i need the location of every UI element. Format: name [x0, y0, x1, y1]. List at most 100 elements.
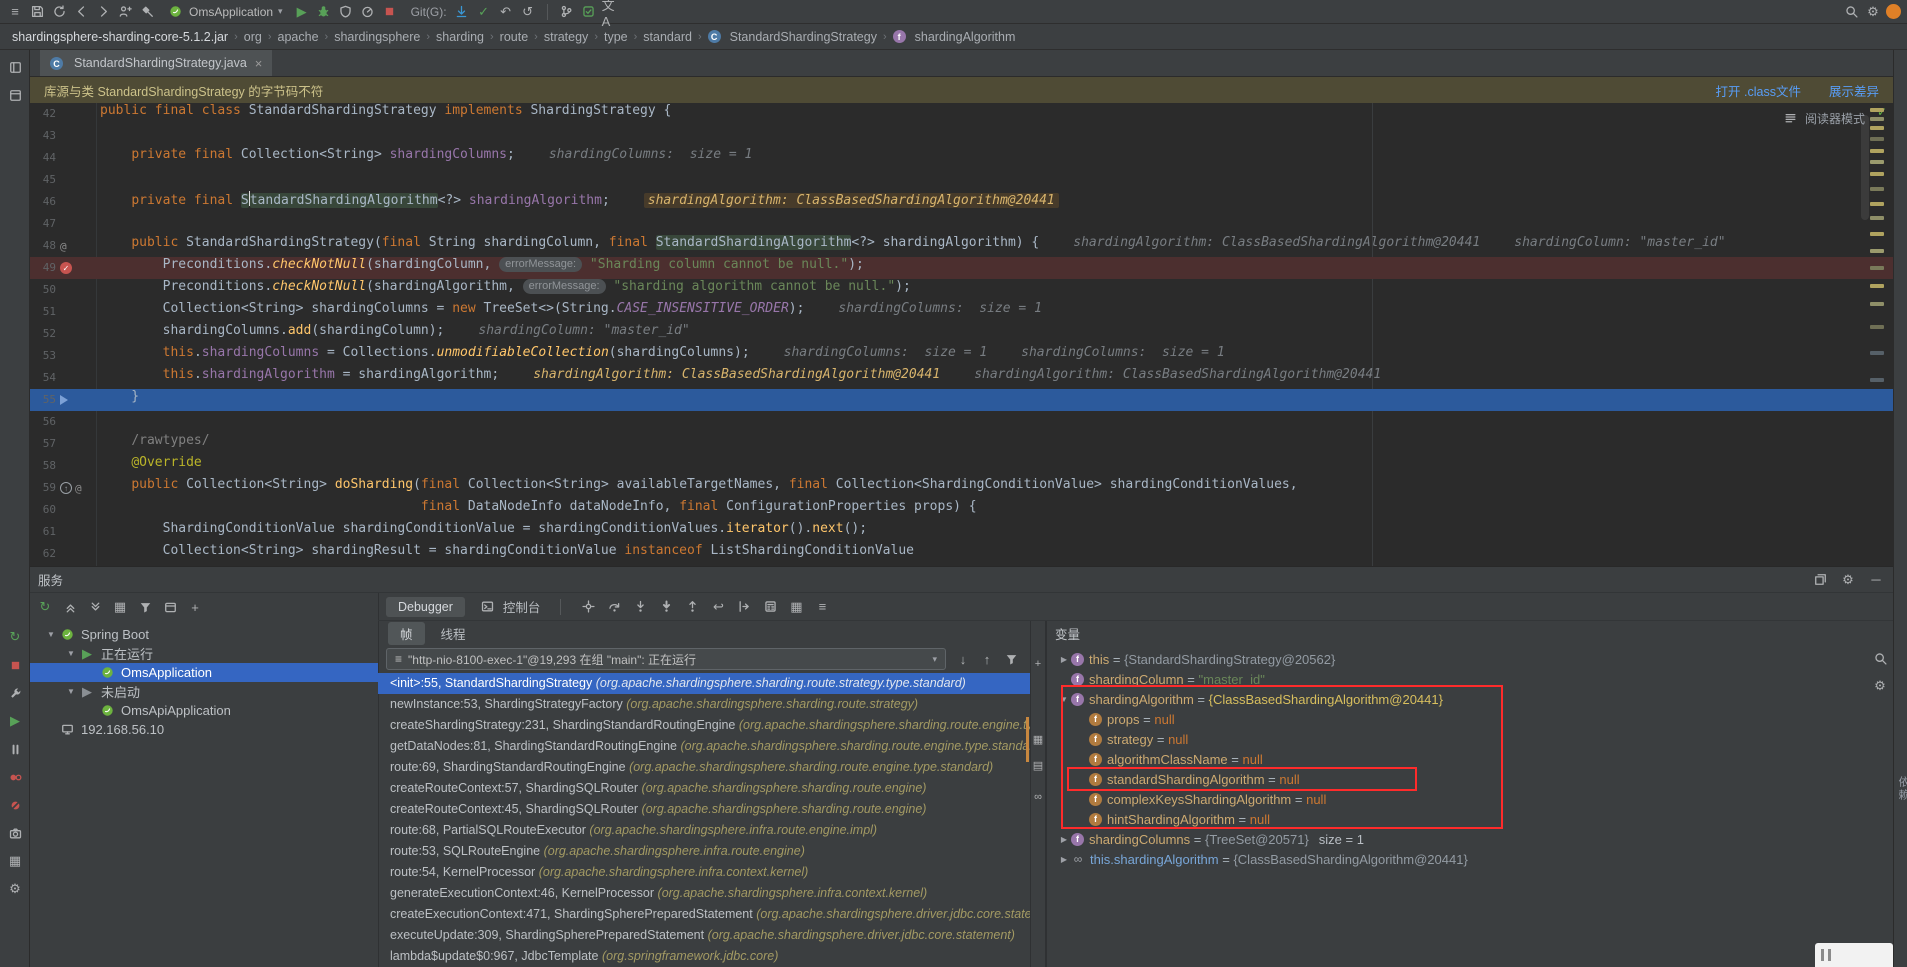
commit-stripe-icon[interactable]	[6, 86, 24, 104]
code-line[interactable]: 43	[30, 125, 1893, 147]
variable-row-standardshardingalgorithm[interactable]: f standardShardingAlgorithm = null	[1047, 769, 1893, 789]
build-hammer-icon[interactable]	[138, 3, 156, 21]
main-menu-icon[interactable]: ≡	[6, 3, 24, 21]
translate-icon[interactable]: 文A	[602, 0, 620, 29]
step-over-icon[interactable]	[605, 598, 623, 616]
resume-icon[interactable]: ▶	[6, 712, 24, 730]
breadcrumb-item[interactable]: apache	[276, 30, 321, 44]
code-line[interactable]: 62 Collection<String> shardingResult = s…	[30, 543, 1893, 565]
commit-check-icon[interactable]: ✓	[475, 3, 493, 21]
restore-layout-icon[interactable]: ▤	[1030, 757, 1046, 773]
breadcrumb-item[interactable]: shardingsphere-sharding-core-5.1.2.jar	[10, 30, 230, 44]
frame-row[interactable]: executeUpdate:309, ShardingSpherePrepare…	[378, 925, 1030, 946]
profiler-icon[interactable]	[359, 3, 377, 21]
code-line[interactable]: 59 ↑ @ public Collection<String> doShardin…	[30, 477, 1893, 499]
frame-row[interactable]: generateExecutionContext:46, KernelProce…	[378, 883, 1030, 904]
breadcrumb-item[interactable]: sharding	[434, 30, 486, 44]
collapse-all-icon[interactable]	[61, 598, 79, 616]
breadcrumb-item[interactable]: standard	[641, 30, 694, 44]
variable-row-shardingcolumn[interactable]: f shardingColumn = "master_id"	[1047, 669, 1893, 689]
tab-console[interactable]: 控制台	[467, 594, 553, 619]
breadcrumb-item[interactable]: strategy	[542, 30, 590, 44]
breadcrumb-item[interactable]: route	[498, 30, 531, 44]
filter-icon[interactable]	[1002, 650, 1020, 668]
branch-icon[interactable]	[558, 3, 576, 21]
commit-push-icon[interactable]	[580, 3, 598, 21]
settings-icon[interactable]: ⚙	[1871, 677, 1889, 695]
wrench-icon[interactable]	[6, 684, 24, 702]
frame-down-icon[interactable]: ↓	[954, 650, 972, 668]
editor-scrollbar[interactable]	[1861, 115, 1869, 220]
run-to-cursor-icon[interactable]	[735, 598, 753, 616]
project-structure-icon[interactable]	[116, 3, 134, 21]
reader-mode-badge[interactable]: 阅读器模式	[1782, 109, 1865, 128]
variable-row-props[interactable]: f props = null	[1047, 709, 1893, 729]
filter-icon[interactable]	[136, 598, 154, 616]
tree-row-omsapiapplication[interactable]: OmsApiApplication	[30, 701, 378, 720]
variable-row-this-shardingalgorithm[interactable]: ▶ ∞ this.shardingAlgorithm = {ClassBasedSh…	[1047, 849, 1893, 869]
add-icon[interactable]: +	[1030, 656, 1046, 672]
view-breakpoints-icon[interactable]	[6, 768, 24, 786]
open-class-file-link[interactable]: 打开 .class文件	[1716, 81, 1801, 100]
frame-row[interactable]: getDataNodes:81, ShardingStandardRouting…	[378, 736, 1030, 757]
group-by-icon[interactable]: ▦	[111, 598, 129, 616]
variable-row-algorithmclassname[interactable]: f algorithmClassName = null	[1047, 749, 1893, 769]
frame-row[interactable]: route:69, ShardingStandardRoutingEngine …	[378, 757, 1030, 778]
thread-selector[interactable]: ≡ "http-nio-8100-exec-1"@19,293 在组 "main…	[386, 648, 946, 670]
code-line[interactable]: 55 }	[30, 389, 1893, 411]
step-into-icon[interactable]	[631, 598, 649, 616]
tree-row-192-168-56-10[interactable]: 192.168.56.10	[30, 720, 378, 739]
code-line[interactable]: 57 /rawtypes/	[30, 433, 1893, 455]
code-line[interactable]: 46 private final StandardShardingAlgorit…	[30, 191, 1893, 213]
frames-scrollbar[interactable]	[1026, 717, 1029, 762]
code-line[interactable]: 56	[30, 411, 1893, 433]
variable-row-shardingcolumns[interactable]: ▶ f shardingColumns = {TreeSet@20571} size …	[1047, 829, 1893, 849]
evaluate-icon[interactable]	[761, 598, 779, 616]
chevron-down-icon[interactable]: ▼	[64, 687, 78, 696]
close-icon[interactable]: ×	[255, 56, 263, 71]
frame-up-icon[interactable]: ↑	[978, 650, 996, 668]
code-line[interactable]: 47	[30, 213, 1893, 235]
frame-row[interactable]: route:53, SQLRouteEngine (org.apache.sha…	[378, 841, 1030, 862]
frame-row[interactable]: <init>:55, StandardShardingStrategy (org…	[378, 673, 1030, 694]
tree-row-omsapplication[interactable]: OmsApplication	[30, 663, 378, 682]
update-project-icon[interactable]	[453, 3, 471, 21]
frame-row[interactable]: route:68, PartialSQLRouteExecutor (org.a…	[378, 820, 1030, 841]
run-icon[interactable]: ▶	[293, 3, 311, 21]
tab-threads[interactable]: 线程	[429, 622, 478, 645]
avatar[interactable]	[1886, 4, 1901, 19]
frame-view-icon[interactable]	[161, 598, 179, 616]
stop-icon[interactable]	[381, 3, 399, 21]
chevron-down-icon[interactable]: ▼	[1057, 695, 1071, 704]
tab-standardshardingstrategy[interactable]: C StandardShardingStrategy.java ×	[40, 50, 273, 76]
code-line[interactable]: 49 ✓ Preconditions.checkNotNull(shardingC…	[30, 257, 1893, 279]
tree-row-spring-boot[interactable]: ▼ Spring Boot	[30, 625, 378, 644]
tab-debugger[interactable]: Debugger	[386, 596, 465, 617]
breadcrumb-item[interactable]: f shardingAlgorithm	[891, 30, 1018, 44]
tree-row--[interactable]: ▼ ▶ 未启动	[30, 682, 378, 701]
show-history-icon[interactable]: ↺	[519, 3, 537, 21]
expand-all-icon[interactable]	[86, 598, 104, 616]
save-icon[interactable]	[28, 3, 46, 21]
breakpoint-icon[interactable]: ✓	[60, 262, 72, 274]
mute-breakpoints-icon[interactable]	[6, 796, 24, 814]
variable-row-this[interactable]: ▶ f this = {StandardShardingStrategy@20562…	[1047, 649, 1893, 669]
chevron-right-icon[interactable]: ▶	[1057, 855, 1071, 864]
run-configuration-select[interactable]: OmsApplication ▾	[160, 1, 289, 22]
settings-icon[interactable]: ⚙	[1839, 571, 1857, 589]
code-line[interactable]: 53 this.shardingColumns = Collections.un…	[30, 345, 1893, 367]
chevron-right-icon[interactable]: ▶	[1057, 655, 1071, 664]
variable-row-shardingalgorithm[interactable]: ▼ f shardingAlgorithm = {ClassBasedShardin…	[1047, 689, 1893, 709]
code-line[interactable]: 48 @ public StandardShardingStrategy(fina…	[30, 235, 1893, 257]
code-line[interactable]: 54 this.shardingAlgorithm = shardingAlgo…	[30, 367, 1893, 389]
code-editor[interactable]: 42 public final class StandardShardingStr…	[30, 103, 1893, 566]
code-line[interactable]: 44 private final Collection<String> shar…	[30, 147, 1893, 169]
code-line[interactable]: 61 ShardingConditionValue shardingCondit…	[30, 521, 1893, 543]
code-line[interactable]: 60 final DataNodeInfo dataNodeInfo, fina…	[30, 499, 1893, 521]
code-line[interactable]: 51 Collection<String> shardingColumns = …	[30, 301, 1893, 323]
force-step-into-icon[interactable]	[657, 598, 675, 616]
project-stripe-icon[interactable]	[6, 58, 24, 76]
add-icon[interactable]: +	[186, 598, 204, 616]
sync-icon[interactable]	[50, 3, 68, 21]
override-method-icon[interactable]: ↑	[60, 482, 72, 494]
